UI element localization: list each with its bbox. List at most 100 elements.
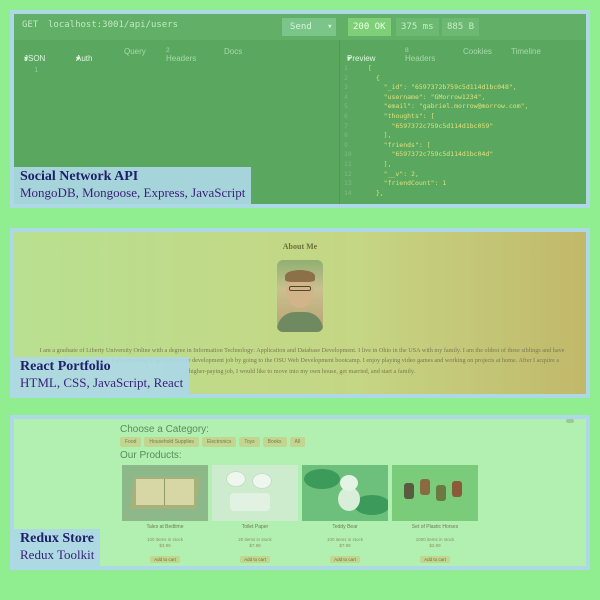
tab-response-headers[interactable]: Headers 8 <box>405 47 435 63</box>
headers-count: 2 <box>166 47 170 54</box>
product-name[interactable]: Teddy Bear <box>302 524 388 530</box>
product-price: $2.99 <box>429 543 441 548</box>
request-tabs: JSON ▾ Auth ▾ Query Headers 2 Docs <box>24 47 243 63</box>
product-price: $7.99 <box>249 543 261 548</box>
json-text: "6597372c759c5d114d1bc059" <box>368 121 494 130</box>
pane-divider[interactable] <box>339 40 340 204</box>
project-card-redux-store[interactable]: Choose a Category: Food Household Suppli… <box>10 415 590 570</box>
project-caption: Redux Store Redux Toolkit <box>14 529 101 566</box>
url-input[interactable]: localhost:3001/api/users <box>48 20 178 30</box>
json-text: ], <box>368 131 392 140</box>
product-image[interactable] <box>212 465 298 521</box>
tab-timeline[interactable]: Timeline <box>511 47 541 56</box>
response-size: 885 B <box>442 18 480 36</box>
json-line: 5 "email": "gabriel.morrow@morrow.com", <box>344 102 528 112</box>
json-line: 10 "6597372c759c5d114d1bc04d" <box>344 150 528 160</box>
category-button[interactable]: Electronics <box>201 437 237 447</box>
add-to-cart-button[interactable]: Add to cart <box>240 556 270 563</box>
project-title: Social Network API <box>20 169 139 184</box>
add-to-cart-button[interactable]: Add to cart <box>420 556 450 563</box>
json-line: 9 "friends": [ <box>344 141 528 151</box>
project-title: React Portfolio <box>20 359 111 374</box>
line-number: 11 <box>344 159 352 168</box>
line-number: 12 <box>344 169 352 178</box>
line-number: 5 <box>344 102 348 111</box>
product-stock: 1000 items in stock <box>415 537 455 542</box>
product-name[interactable]: Tales at Bedtime <box>122 524 208 530</box>
json-line: 4 "username": "GMorrow1234", <box>344 93 528 103</box>
json-text: "__v": 2, <box>368 169 419 178</box>
json-line: 8 ], <box>344 131 528 141</box>
product-name[interactable]: Toilet Paper <box>212 524 298 530</box>
product-card[interactable]: Teddy Bear 100 items in stock $7.99 Add … <box>302 465 388 566</box>
category-button[interactable]: All <box>289 437 306 447</box>
json-line: 12 "__v": 2, <box>344 170 528 180</box>
line-number: 9 <box>344 140 348 149</box>
line-number: 2 <box>344 73 348 82</box>
chevron-down-icon: ▾ <box>347 54 352 63</box>
json-text: "friendCount": 1 <box>368 179 447 188</box>
project-card-react-portfolio[interactable]: About Me I am a graduate of Liberty Univ… <box>10 228 590 398</box>
json-text: ], <box>368 159 392 168</box>
line-number: 3 <box>344 83 348 92</box>
response-time: 375 ms <box>396 18 439 36</box>
category-button[interactable]: Books <box>262 437 287 447</box>
chevron-down-icon: ▾ <box>24 54 29 63</box>
tab-headers[interactable]: Headers 2 <box>166 47 196 63</box>
status-badge: 200 OK <box>348 18 391 36</box>
json-text: }, <box>368 188 384 197</box>
category-button[interactable]: Household Supplies <box>144 437 199 447</box>
project-caption: Social Network API MongoDB, Mongoose, Ex… <box>14 167 252 204</box>
json-line: 1[ <box>344 64 528 74</box>
category-heading: Choose a Category: <box>120 424 209 435</box>
line-number: 1 <box>344 64 348 72</box>
json-line: 7 "6597372c759c5d114d1bc059" <box>344 122 528 132</box>
response-tabs: Preview ▾ Headers 8 Cookies Timeline <box>347 47 541 63</box>
cart-icon[interactable] <box>566 419 574 423</box>
project-caption: React Portfolio HTML, CSS, JavaScript, R… <box>14 357 190 394</box>
json-line: 6 "thoughts": [ <box>344 112 528 122</box>
json-text: "username": "GMorrow1234", <box>368 92 486 101</box>
product-card[interactable]: Set of Plastic Horses 1000 items in stoc… <box>392 465 478 566</box>
add-to-cart-button[interactable]: Add to cart <box>330 556 360 563</box>
json-text: "email": "gabriel.morrow@morrow.com", <box>368 102 529 111</box>
category-list: Food Household Supplies Electronics Toys… <box>120 437 306 447</box>
json-line: 14 }, <box>344 189 528 199</box>
product-stock: 100 items in stock <box>146 537 183 542</box>
product-image[interactable] <box>122 465 208 521</box>
json-text: "thoughts": [ <box>368 111 435 120</box>
line-number: 4 <box>344 92 348 101</box>
product-stock: 100 items in stock <box>326 537 363 542</box>
product-card[interactable]: Toilet Paper 20 items in stock $7.99 Add… <box>212 465 298 566</box>
json-line: 3 "_id": "6597372b759c5d114d1bc048", <box>344 83 528 93</box>
tab-docs[interactable]: Docs <box>224 47 242 56</box>
products-heading: Our Products: <box>120 450 182 461</box>
chevron-down-icon: ▾ <box>76 54 81 63</box>
project-tech-stack: Redux Toolkit <box>20 547 95 562</box>
product-name[interactable]: Set of Plastic Horses <box>392 524 478 530</box>
add-to-cart-button[interactable]: Add to cart <box>150 556 180 563</box>
product-card[interactable]: Tales at Bedtime 100 items in stock $3.9… <box>122 465 208 566</box>
send-button[interactable]: Send ▾ <box>282 18 336 36</box>
product-image[interactable] <box>302 465 388 521</box>
project-card-social-network-api[interactable]: GET localhost:3001/api/users Send ▾ 200 … <box>10 10 590 208</box>
request-line-number: 1 <box>34 66 39 74</box>
tab-cookies[interactable]: Cookies <box>463 47 492 56</box>
product-stock: 20 items in stock <box>238 537 272 542</box>
chevron-down-icon: ▾ <box>327 22 333 32</box>
category-button[interactable]: Toys <box>239 437 260 447</box>
project-tech-stack: MongoDB, Mongoose, Express, JavaScript <box>20 185 246 200</box>
product-image[interactable] <box>392 465 478 521</box>
json-text: "friends": [ <box>368 140 431 149</box>
about-heading: About Me <box>282 242 318 251</box>
project-title: Redux Store <box>20 531 95 546</box>
json-text: [ <box>368 64 372 72</box>
json-line: 13 "friendCount": 1 <box>344 179 528 189</box>
json-text: { <box>368 73 380 82</box>
http-method-select[interactable]: GET <box>22 20 38 30</box>
line-number: 14 <box>344 188 352 197</box>
project-tech-stack: HTML, CSS, JavaScript, React <box>20 375 184 390</box>
tab-query[interactable]: Query <box>124 47 146 56</box>
category-button[interactable]: Food <box>120 437 142 447</box>
response-headers-count: 8 <box>405 47 409 54</box>
